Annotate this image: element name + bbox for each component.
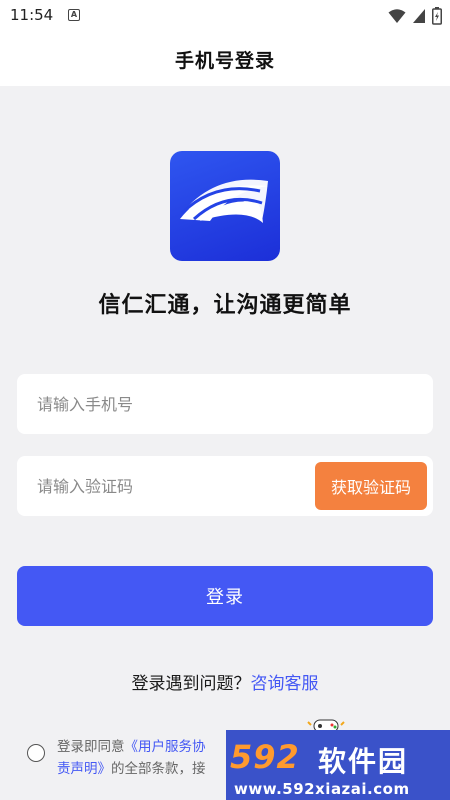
get-code-button[interactable]: 获取验证码 [315, 462, 427, 510]
wave-logo-icon [180, 179, 268, 223]
help-row: 登录遇到问题？咨询客服 [0, 669, 450, 694]
status-bar: 11:54 A [0, 0, 450, 32]
watermark-url: www.592xiazai.com [234, 780, 410, 798]
disclaimer-link[interactable]: 责声明》 [57, 761, 111, 777]
phone-input[interactable] [37, 374, 417, 434]
watermark-band: 592 软件园 www.592xiazai.com [226, 730, 450, 800]
notification-a-icon: A [68, 9, 80, 21]
customer-service-link[interactable]: 咨询客服 [251, 674, 319, 694]
code-input[interactable] [37, 456, 307, 516]
agreement-prefix: 登录即同意 [57, 739, 125, 755]
title-bar: 手机号登录 [0, 32, 450, 86]
app-slogan: 信仁汇通，让沟通更简单 [98, 293, 352, 318]
status-icons [388, 6, 442, 26]
login-button[interactable]: 登录 [17, 566, 433, 626]
watermark-logo: 592 软件园 www.592xiazai.com [226, 716, 450, 800]
code-field[interactable]: 获取验证码 [17, 456, 433, 516]
user-agreement-link[interactable]: 《用户服务协 [125, 739, 206, 755]
page-title: 手机号登录 [174, 49, 275, 72]
battery-icon [432, 7, 442, 25]
agreement-suffix: 的全部条款，接 [111, 761, 206, 777]
status-time: 11:54 [10, 6, 54, 24]
agreement-checkbox[interactable] [27, 744, 45, 762]
watermark-title: 软件园 [318, 745, 409, 778]
app-logo [170, 151, 280, 261]
watermark-number: 592 [230, 738, 300, 776]
signal-icon [413, 9, 425, 23]
wifi-icon [388, 9, 406, 23]
phone-field[interactable] [17, 374, 433, 434]
help-text: 登录遇到问题？ [131, 674, 251, 694]
